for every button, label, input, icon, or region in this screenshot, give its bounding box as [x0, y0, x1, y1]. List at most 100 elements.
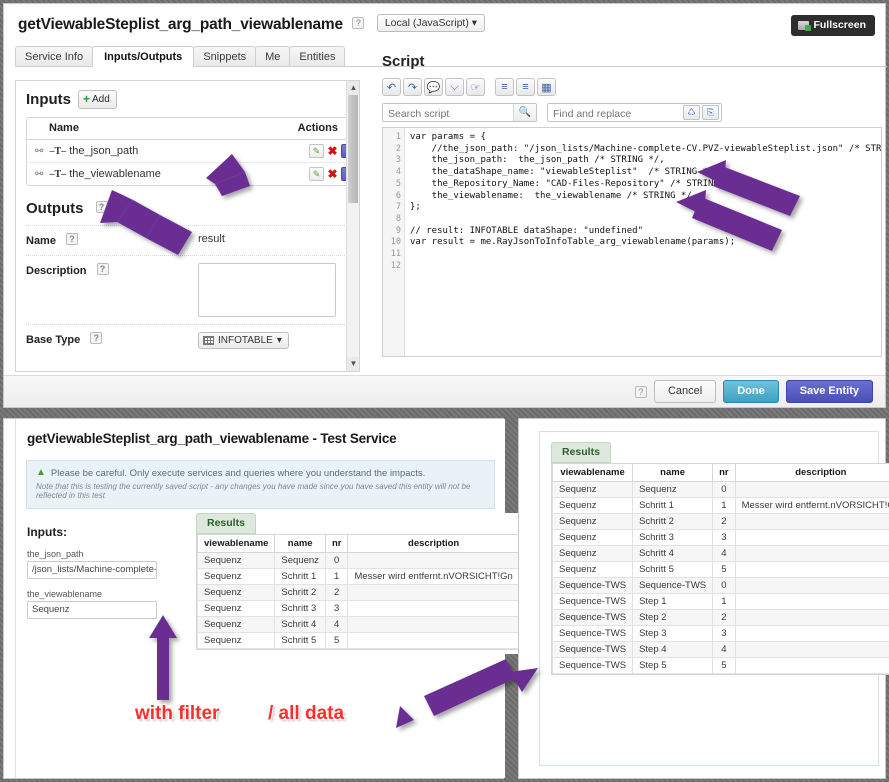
string-type-icon: –T–: [49, 146, 67, 157]
col-name: name: [632, 463, 714, 482]
script-code-editor[interactable]: 1 2 3 4 5 6 7 8 9 10 11 12 var params = …: [382, 127, 882, 357]
replace-all-icon[interactable]: ⎘: [702, 105, 719, 120]
cell-nr: 3: [712, 529, 736, 546]
remove-comment-icon[interactable]: ⌵: [445, 78, 464, 96]
outputs-heading: Outputs: [26, 200, 84, 217]
delete-icon[interactable]: ✖: [325, 167, 340, 181]
add-comment-icon[interactable]: 💬: [424, 78, 443, 96]
title-help-icon[interactable]: ?: [352, 17, 365, 29]
cell-name: Schritt 3: [274, 600, 326, 617]
table-row[interactable]: ⚯ –T– the_viewablename ✎✖→: [27, 163, 356, 186]
delete-icon[interactable]: ✖: [325, 144, 340, 158]
tab-entities[interactable]: Entities: [289, 46, 346, 66]
find-replace-input[interactable]: [548, 105, 668, 123]
cell-nr: 1: [712, 593, 736, 610]
cell-description: [734, 481, 889, 498]
scroll-up-icon[interactable]: ▲: [347, 81, 359, 95]
input-actions-cell: ✎✖→: [240, 163, 356, 186]
search-icon[interactable]: 🔍: [513, 104, 536, 121]
line-number: 7: [395, 202, 401, 213]
output-basetype-value-wrap: INFOTABLE ▾: [198, 332, 289, 349]
cell-name: Schritt 2: [632, 513, 714, 530]
output-description-textarea[interactable]: [198, 263, 336, 317]
cell-nr: 1: [712, 497, 736, 514]
fullscreen-button[interactable]: Fullscreen: [791, 15, 875, 36]
cell-description: [347, 616, 520, 633]
basetype-help-icon[interactable]: ?: [90, 332, 103, 344]
line-number: 4: [395, 167, 401, 178]
footer-help-icon[interactable]: ?: [634, 385, 647, 398]
pane-scrollbar[interactable]: ▲ ▼: [346, 81, 359, 371]
tab-inputs-outputs[interactable]: Inputs/Outputs: [92, 46, 195, 67]
cell-nr: 2: [324, 584, 349, 601]
add-input-button[interactable]: + Add: [78, 90, 117, 109]
input-name-label: the_json_path: [69, 145, 139, 157]
service-editor-panel: getViewableSteplist_arg_path_viewablenam…: [3, 3, 888, 408]
line-number: 6: [395, 190, 401, 201]
cell-description: [734, 529, 889, 546]
line-number: 11: [390, 249, 401, 260]
hand-icon[interactable]: ☞: [466, 78, 485, 96]
col-viewablename: viewablename: [551, 463, 634, 482]
cancel-button[interactable]: Cancel: [653, 380, 717, 403]
format-icon[interactable]: ▦: [537, 78, 556, 96]
col-nr: nr: [712, 463, 736, 482]
cell-viewablename: Sequence-TWS: [551, 577, 634, 594]
outdent-icon[interactable]: ≡: [516, 78, 535, 96]
cell-nr: 3: [712, 625, 736, 642]
script-search-row: 🔍 ♺ ⎘: [382, 103, 888, 123]
results-tab[interactable]: Results: [196, 513, 256, 534]
script-code-text[interactable]: var params = { //the_json_path: "/json_l…: [405, 128, 881, 356]
tab-snippets[interactable]: Snippets: [193, 46, 257, 66]
line-number: 8: [395, 213, 401, 224]
cell-description: [734, 625, 889, 642]
outputs-help-icon[interactable]: ?: [95, 201, 108, 213]
cell-description: [347, 552, 520, 569]
replace-icon[interactable]: ♺: [683, 105, 700, 120]
test-results-area: Results viewablename name nr description…: [196, 513, 521, 654]
table-row: Sequenz Schritt 4 4: [196, 616, 520, 633]
pencil-icon[interactable]: ✎: [309, 167, 324, 181]
annotation-with-filter: with filter: [135, 703, 220, 724]
cell-nr: 0: [712, 481, 736, 498]
tab-service-info[interactable]: Service Info: [15, 46, 94, 66]
tab-me[interactable]: Me: [255, 46, 291, 66]
table-row: Sequenz Schritt 5 5: [551, 561, 889, 578]
cell-description: [734, 561, 889, 578]
find-replace-field[interactable]: ♺ ⎘: [547, 103, 722, 123]
input-actions-cell: ✎✖→: [239, 139, 356, 163]
pencil-icon[interactable]: ✎: [309, 144, 324, 158]
search-script-field[interactable]: 🔍: [382, 103, 537, 123]
warning-primary-text: Please be careful. Only execute services…: [50, 468, 426, 479]
search-input[interactable]: [383, 105, 511, 123]
inputs-heading-row: Inputs + Add: [26, 90, 349, 109]
undo-icon[interactable]: ↶: [382, 78, 401, 96]
cell-nr: 4: [712, 545, 736, 562]
table-row: Sequence-TWS Step 4 4: [551, 641, 889, 658]
results-tab[interactable]: Results: [551, 442, 611, 463]
cell-viewablename: Sequenz: [196, 632, 276, 649]
indent-icon[interactable]: ≡: [495, 78, 514, 96]
cell-name: Step 3: [632, 625, 714, 642]
description-help-icon[interactable]: ?: [96, 263, 109, 275]
save-entity-button[interactable]: Save Entity: [785, 380, 873, 403]
code-line: the_viewablename: the_viewablename /* ST…: [410, 190, 692, 201]
cell-name: Step 4: [632, 641, 714, 658]
redo-icon[interactable]: ↷: [403, 78, 422, 96]
table-row: Sequenz Schritt 3 3: [196, 600, 520, 617]
scrollbar-thumb[interactable]: [348, 95, 358, 203]
name-help-icon[interactable]: ?: [65, 233, 78, 245]
test-input-json-path[interactable]: /json_lists/Machine-complete-C: [27, 561, 157, 579]
table-row: Sequenz Schritt 5 5: [196, 632, 520, 649]
language-selector[interactable]: Local (JavaScript) ▾: [376, 14, 486, 32]
scroll-down-icon[interactable]: ▼: [347, 357, 359, 371]
done-button[interactable]: Done: [723, 380, 779, 403]
table-row[interactable]: ⚯ –T– the_json_path ✎✖→: [27, 139, 356, 163]
cell-name: Schritt 3: [632, 529, 714, 546]
test-input-viewablename[interactable]: Sequenz: [27, 601, 157, 619]
inputs-outputs-pane: Inputs + Add Name Actions ⚯ –T– the_json…: [15, 80, 360, 372]
inputs-table-box: Name Actions ⚯ –T– the_json_path ✎✖→: [26, 117, 356, 186]
basetype-select[interactable]: INFOTABLE ▾: [198, 332, 289, 349]
cell-name: Step 1: [632, 593, 714, 610]
